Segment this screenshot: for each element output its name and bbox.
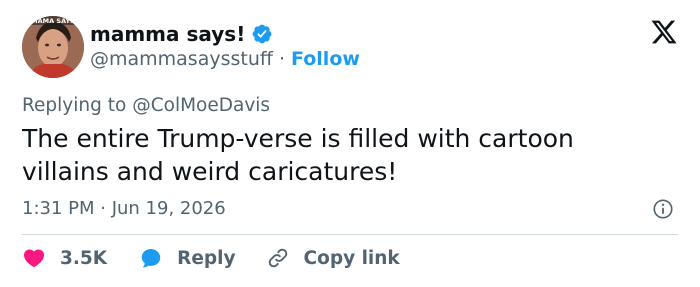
- author-name-row: mamma says!: [90, 22, 273, 46]
- heart-icon: [23, 249, 45, 268]
- link-icon: [268, 248, 287, 268]
- divider: [22, 234, 678, 235]
- tweet-text: The entire Trump-verse is filled with ca…: [22, 124, 574, 186]
- speech-bubble-icon: [141, 249, 161, 268]
- follow-button[interactable]: Follow: [291, 48, 360, 70]
- verified-badge-icon: [252, 24, 272, 44]
- tweet-timestamp[interactable]: 1:31 PM · Jun 19, 2026: [22, 198, 226, 219]
- replying-to-label: Replying to: [22, 95, 127, 116]
- author-handle[interactable]: @mammasaysstuff: [90, 48, 273, 70]
- separator-dot: ·: [278, 48, 286, 70]
- tweet-actions: 3.5K Reply Copy link: [22, 246, 400, 270]
- reply-label: Reply: [177, 247, 236, 269]
- tweet-card: MAMA SAYS mamma says! @mammasaysstuff · …: [0, 0, 700, 287]
- svg-text:MAMA SAYS: MAMA SAYS: [31, 17, 75, 25]
- like-button[interactable]: 3.5K: [22, 246, 107, 270]
- avatar[interactable]: MAMA SAYS: [22, 16, 84, 78]
- like-count: 3.5K: [60, 247, 108, 269]
- avatar-image: MAMA SAYS: [22, 16, 84, 78]
- display-name[interactable]: mamma says!: [90, 22, 245, 46]
- handle-row: @mammasaysstuff · Follow: [90, 48, 360, 70]
- copy-link-label: Copy link: [303, 247, 400, 269]
- info-icon[interactable]: [652, 198, 674, 220]
- reply-button[interactable]: Reply: [139, 246, 236, 270]
- reply-context: Replying to @ColMoeDavis: [22, 95, 270, 116]
- copy-link-button[interactable]: Copy link: [266, 246, 400, 270]
- x-logo-icon[interactable]: [650, 18, 678, 46]
- replying-to-mention[interactable]: @ColMoeDavis: [132, 95, 270, 116]
